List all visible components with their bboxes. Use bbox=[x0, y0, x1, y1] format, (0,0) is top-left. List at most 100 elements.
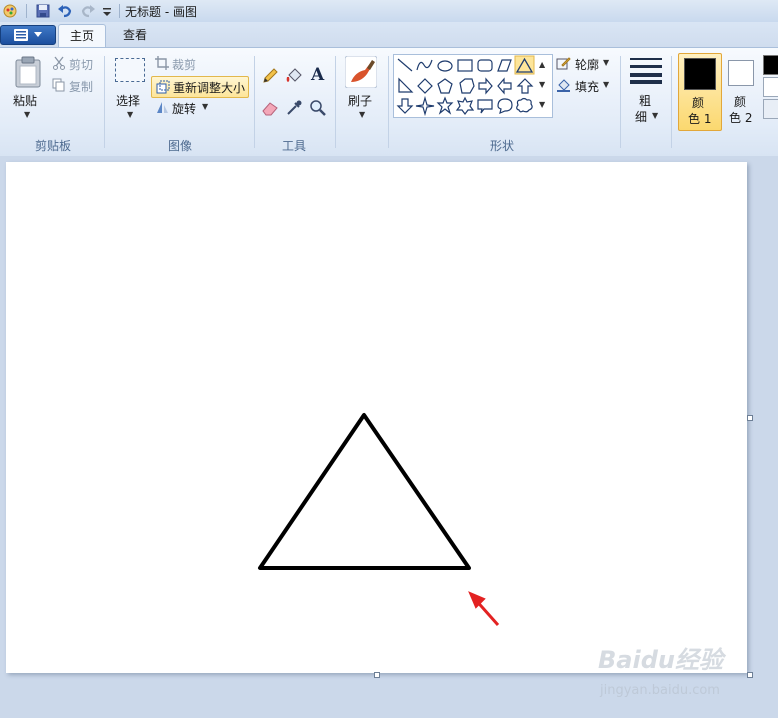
drawing-canvas[interactable] bbox=[6, 162, 747, 673]
brushes-button[interactable]: 刷子 ▼ bbox=[341, 54, 381, 124]
rotate-label: 旋转 bbox=[172, 102, 197, 116]
selection-rectangle-icon bbox=[115, 58, 145, 82]
shapes-gallery-icons bbox=[396, 55, 535, 117]
palette-swatch-black[interactable] bbox=[763, 55, 778, 75]
chevron-down-icon: ▼ bbox=[603, 80, 610, 89]
paste-button[interactable]: 粘贴 ▼ bbox=[10, 54, 46, 122]
pencil-tool-button[interactable] bbox=[259, 65, 281, 87]
color2-label-2: 色 2 bbox=[729, 111, 753, 125]
group-separator bbox=[620, 56, 621, 148]
redo-icon[interactable] bbox=[80, 3, 96, 19]
group-separator bbox=[671, 56, 672, 148]
save-icon[interactable] bbox=[35, 3, 51, 19]
color-picker-tool-button[interactable] bbox=[283, 97, 305, 119]
resize-icon bbox=[156, 80, 170, 94]
resize-handle-corner[interactable] bbox=[747, 672, 753, 678]
tools-group-label: 工具 bbox=[281, 139, 306, 153]
palette-swatch-white[interactable] bbox=[763, 77, 778, 97]
title-bar: 无标题 - 画图 bbox=[0, 0, 778, 23]
watermark-brand: Baidu经验 bbox=[598, 646, 723, 674]
outline-label: 轮廓 bbox=[575, 58, 600, 72]
size-label-2: 细 bbox=[635, 110, 648, 124]
chevron-down-icon: ▼ bbox=[127, 110, 134, 119]
shapes-scrollbar[interactable]: ▲ ▼ ▼ bbox=[537, 56, 549, 114]
text-icon: A bbox=[311, 65, 325, 85]
resize-button[interactable]: 重新调整大小 bbox=[151, 76, 249, 98]
divider bbox=[26, 4, 27, 18]
palette-swatch-empty[interactable] bbox=[763, 99, 778, 119]
select-label: 选择 bbox=[116, 94, 141, 108]
resize-label: 重新调整大小 bbox=[173, 81, 246, 95]
group-separator bbox=[104, 56, 105, 148]
tab-home[interactable]: 主页 bbox=[58, 24, 106, 49]
text-tool-button[interactable]: A bbox=[307, 65, 329, 87]
watermark-url: jingyan.baidu.com bbox=[600, 683, 720, 698]
color1-swatch bbox=[684, 58, 716, 90]
chevron-down-icon: ▼ bbox=[652, 111, 659, 120]
size-button[interactable]: 粗 细 ▼ bbox=[626, 54, 666, 128]
scissors-icon bbox=[53, 56, 65, 70]
fill-tool-button[interactable] bbox=[283, 65, 305, 87]
copy-label: 复制 bbox=[69, 80, 94, 94]
scroll-up-icon[interactable]: ▲ bbox=[539, 60, 545, 69]
line-width-icon bbox=[630, 58, 662, 84]
magnifier-tool-button[interactable] bbox=[307, 97, 329, 119]
crop-icon bbox=[155, 56, 169, 70]
paste-label: 粘贴 bbox=[13, 94, 38, 108]
eyedropper-icon bbox=[287, 100, 302, 115]
size-label-1: 粗 bbox=[639, 94, 652, 108]
chevron-down-icon bbox=[34, 32, 42, 37]
undo-icon[interactable] bbox=[57, 3, 73, 19]
shapes-group-label: 形状 bbox=[489, 139, 514, 153]
fill-button[interactable]: 填充 ▼ bbox=[556, 77, 614, 95]
app-icon[interactable] bbox=[2, 3, 18, 19]
eraser-icon bbox=[262, 102, 278, 116]
brushes-label: 刷子 bbox=[348, 94, 373, 108]
expand-gallery-icon[interactable]: ▼ bbox=[539, 100, 545, 109]
copy-button[interactable]: 复制 bbox=[52, 77, 98, 95]
cut-button[interactable]: 剪切 bbox=[52, 55, 98, 73]
color1-label-2: 色 1 bbox=[688, 112, 712, 126]
cut-label: 剪切 bbox=[69, 58, 94, 72]
image-group-label: 图像 bbox=[167, 139, 192, 153]
color2-swatch bbox=[728, 60, 754, 86]
app-menu-button[interactable] bbox=[0, 25, 56, 45]
crop-label: 裁剪 bbox=[172, 58, 197, 72]
pencil-icon bbox=[263, 68, 278, 83]
brush-icon bbox=[345, 56, 377, 88]
eraser-tool-button[interactable] bbox=[259, 97, 281, 119]
tab-view[interactable]: 查看 bbox=[112, 24, 158, 48]
group-separator bbox=[388, 56, 389, 148]
drawing-layer bbox=[258, 413, 500, 626]
rotate-button[interactable]: 旋转 ▼ bbox=[155, 99, 211, 117]
shapes-gallery[interactable] bbox=[393, 54, 553, 118]
divider bbox=[119, 4, 120, 18]
color1-button[interactable]: 颜 色 1 bbox=[678, 53, 722, 131]
paint-bucket-icon bbox=[286, 68, 302, 82]
group-separator bbox=[254, 56, 255, 148]
group-separator bbox=[335, 56, 336, 148]
customize-quick-access-icon[interactable] bbox=[99, 3, 115, 19]
outline-pen-icon bbox=[556, 57, 571, 70]
select-button[interactable]: 选择 ▼ bbox=[112, 54, 148, 122]
resize-handle-right[interactable] bbox=[747, 415, 753, 421]
clipboard-group-label: 剪贴板 bbox=[34, 139, 71, 153]
color2-label-1: 颜 bbox=[734, 95, 747, 109]
scroll-down-icon[interactable]: ▼ bbox=[539, 80, 545, 89]
color2-button[interactable]: 颜 色 2 bbox=[722, 53, 760, 129]
color1-label-1: 颜 bbox=[692, 96, 705, 110]
watermark: Baidu经验 jingyan.baidu.com bbox=[598, 640, 723, 698]
copy-icon bbox=[52, 78, 65, 92]
red-arrow-icon bbox=[468, 591, 500, 626]
chevron-down-icon: ▼ bbox=[24, 110, 31, 119]
chevron-down-icon: ▼ bbox=[359, 110, 366, 119]
rotate-icon bbox=[157, 102, 168, 113]
menu-icon bbox=[14, 29, 28, 41]
outline-button[interactable]: 轮廓 ▼ bbox=[556, 55, 614, 73]
resize-handle-bottom[interactable] bbox=[374, 672, 380, 678]
magnifier-icon bbox=[310, 100, 326, 116]
chevron-down-icon: ▼ bbox=[603, 58, 610, 67]
crop-button[interactable]: 裁剪 bbox=[155, 55, 205, 73]
fill-label: 填充 bbox=[575, 80, 600, 94]
clipboard-icon bbox=[15, 56, 41, 88]
